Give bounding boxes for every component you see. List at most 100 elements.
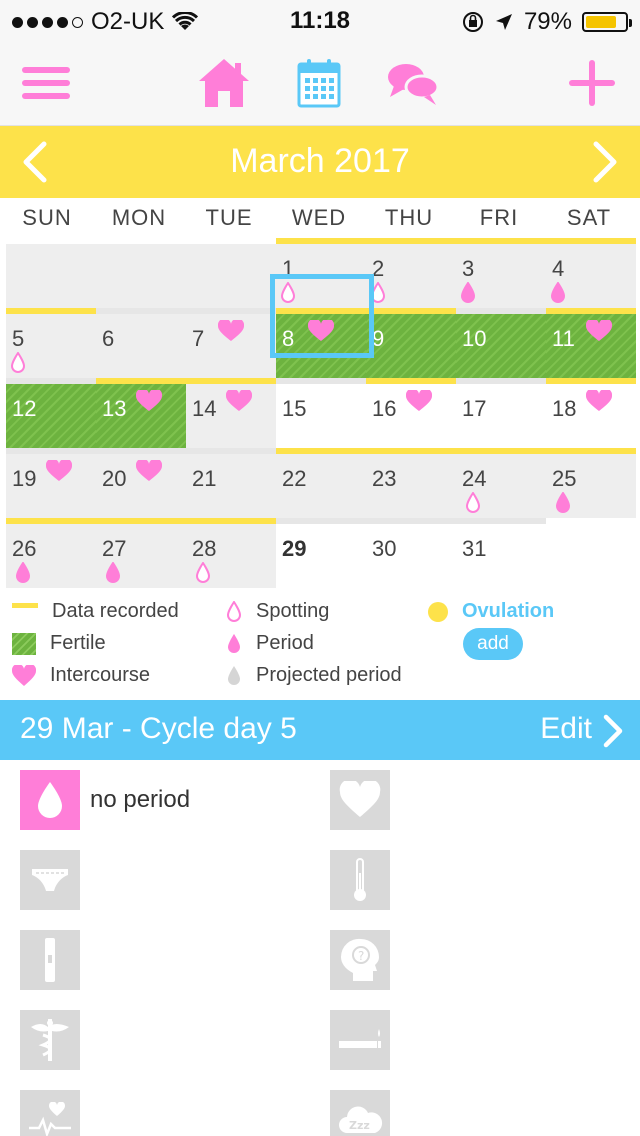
- cycle-day-bar: 29 Mar - Cycle day 5 Edit: [0, 700, 640, 760]
- period-tile[interactable]: [20, 770, 80, 830]
- day-number: 11: [552, 326, 575, 351]
- cell-background: [6, 244, 96, 308]
- calendar-day-cell[interactable]: 3: [456, 238, 546, 308]
- legend-label: Spotting: [256, 600, 330, 622]
- calendar-day-cell[interactable]: 26: [6, 518, 96, 588]
- cell-top-bar: [6, 378, 96, 384]
- day-number: 14: [192, 396, 217, 421]
- calendar-day-cell[interactable]: 23: [366, 448, 456, 518]
- medicine-tile[interactable]: [20, 1010, 80, 1070]
- data-recorded-bar: [366, 308, 456, 314]
- next-month-arrow-icon[interactable]: [582, 140, 626, 184]
- calendar-day-cell[interactable]: 31: [456, 518, 546, 588]
- calendar-day-cell[interactable]: 27: [96, 518, 186, 588]
- mood-tile[interactable]: ?: [330, 930, 390, 990]
- weekday-label: FRI: [479, 205, 519, 230]
- calendar-day-cell[interactable]: 11: [546, 308, 636, 378]
- weekday-label: WED: [291, 205, 347, 230]
- legend-spotting: Spotting: [226, 600, 329, 623]
- calendar-day-cell[interactable]: 30: [366, 518, 456, 588]
- top-nav: [0, 40, 640, 126]
- legend-fertile: Fertile: [12, 632, 106, 655]
- calendar-day-cell[interactable]: 14: [186, 378, 276, 448]
- day-number: 19: [12, 466, 37, 491]
- calendar-week-row: 19 20 21 22 23 24 25: [0, 448, 640, 518]
- cell-top-bar: [456, 518, 546, 524]
- data-recorded-bar: [366, 448, 456, 454]
- day-number: 20: [102, 466, 127, 491]
- calendar-day-cell[interactable]: 20: [96, 448, 186, 518]
- underwear-icon: [32, 869, 68, 891]
- today-selection-outline: [270, 274, 374, 358]
- calendar-empty-cell: [186, 238, 276, 308]
- calendar-day-cell[interactable]: 17: [456, 378, 546, 448]
- fertile-swatch-icon: [12, 632, 36, 655]
- weekday-label: THU: [384, 205, 434, 230]
- calendar-day-cell[interactable]: 15: [276, 378, 366, 448]
- temperature-tile[interactable]: [330, 850, 390, 910]
- calendar-day-cell[interactable]: 4: [546, 238, 636, 308]
- underwear-tile[interactable]: [20, 850, 80, 910]
- legend-label: Period: [256, 632, 314, 654]
- calendar-day-cell[interactable]: 7: [186, 308, 276, 378]
- calendar-day-cell[interactable]: 24: [456, 448, 546, 518]
- sleep-tile[interactable]: Zzz: [330, 1090, 390, 1136]
- calendar-day-cell[interactable]: 6: [96, 308, 186, 378]
- calendar-day-cell[interactable]: 9: [366, 308, 456, 378]
- status-right: 79%: [462, 8, 632, 36]
- calendar-day-cell[interactable]: 25: [546, 448, 636, 518]
- legend-data-recorded: Data recorded: [12, 600, 179, 623]
- battery-icon: [582, 12, 632, 32]
- calendar-icon[interactable]: [296, 56, 342, 110]
- intercourse-tile[interactable]: [330, 770, 390, 830]
- cell-top-bar: [456, 378, 546, 384]
- heart-rate-icon: [29, 1102, 71, 1136]
- cell-top-bar: [276, 378, 366, 384]
- calendar-day-cell[interactable]: 2: [366, 238, 456, 308]
- weekday-label: SUN: [22, 205, 72, 230]
- day-number: 5: [12, 326, 25, 351]
- heart-rate-tile[interactable]: [20, 1090, 80, 1136]
- chat-bubbles-icon[interactable]: [386, 56, 440, 110]
- day-number: 28: [192, 536, 217, 561]
- calendar-day-cell[interactable]: 13: [96, 378, 186, 448]
- calendar-day-cell[interactable]: 29: [276, 518, 366, 588]
- calendar-day-cell[interactable]: 19: [6, 448, 96, 518]
- calendar-day-cell[interactable]: 5: [6, 308, 96, 378]
- calendar-day-cell[interactable]: 22: [276, 448, 366, 518]
- data-recorded-bar: [456, 238, 546, 244]
- hamburger-menu-icon[interactable]: [18, 56, 74, 110]
- home-icon[interactable]: [196, 56, 252, 110]
- day-number: 4: [552, 256, 565, 281]
- projected-period-drop-icon: [228, 665, 240, 685]
- data-recorded-bar: [6, 518, 96, 524]
- calendar-day-cell[interactable]: 12: [6, 378, 96, 448]
- calendar-week-row: 12 13 14 15 16 17 18: [0, 378, 640, 448]
- spotting-drop-icon: [226, 600, 242, 622]
- month-header: March 2017: [0, 126, 640, 198]
- edit-button[interactable]: Edit: [540, 712, 592, 746]
- cell-top-bar: [366, 518, 456, 524]
- period-drop-icon: [550, 281, 566, 309]
- add-ovulation-button[interactable]: add: [463, 628, 523, 660]
- calendar-day-cell[interactable]: 18: [546, 378, 636, 448]
- ovulation-test-tile[interactable]: [20, 930, 80, 990]
- calendar-day-cell[interactable]: 16: [366, 378, 456, 448]
- legend-ovulation: Ovulation: [428, 600, 554, 623]
- chevron-right-icon[interactable]: [600, 714, 626, 748]
- intercourse-heart-icon: [45, 458, 73, 487]
- smoking-tile[interactable]: [330, 1010, 390, 1070]
- intercourse-heart-icon: [225, 388, 253, 417]
- calendar-day-cell[interactable]: 21: [186, 448, 276, 518]
- calendar-empty-cell: [6, 238, 96, 308]
- cycle-day-title: 29 Mar - Cycle day 5: [20, 712, 297, 745]
- plus-icon[interactable]: [564, 56, 620, 110]
- location-arrow-icon: [495, 14, 512, 30]
- calendar-empty-cell: [96, 238, 186, 308]
- intercourse-heart-icon: [405, 388, 433, 417]
- data-recorded-bar: [546, 308, 636, 314]
- cell-background: [186, 244, 276, 308]
- weekday-label: MON: [111, 205, 167, 230]
- calendar-day-cell[interactable]: 10: [456, 308, 546, 378]
- calendar-day-cell[interactable]: 28: [186, 518, 276, 588]
